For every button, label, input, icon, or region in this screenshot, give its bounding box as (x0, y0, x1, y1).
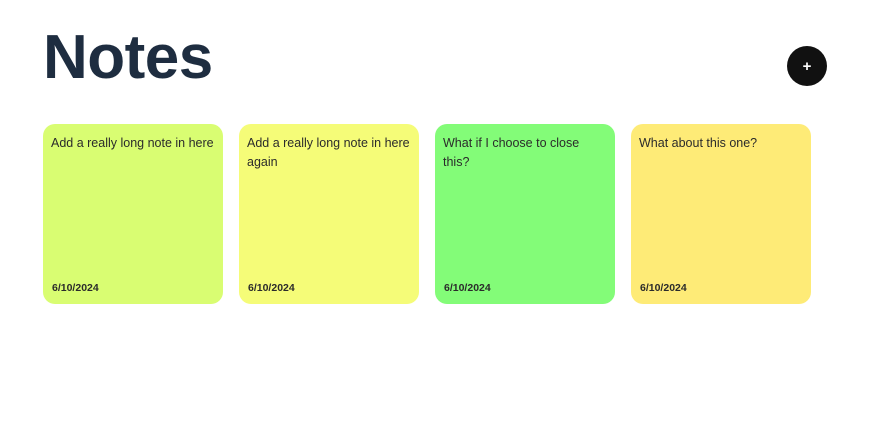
note-text[interactable]: What if I choose to close this? (443, 134, 607, 172)
note-card[interactable]: What about this one? 6/10/2024 (631, 124, 811, 304)
note-text[interactable]: Add a really long note in here again (247, 134, 411, 172)
add-note-button[interactable]: + (787, 46, 827, 86)
note-text[interactable]: Add a really long note in here (51, 134, 215, 153)
note-card[interactable]: Add a really long note in here 6/10/2024 (43, 124, 223, 304)
note-date: 6/10/2024 (444, 282, 491, 294)
note-text[interactable]: What about this one? (639, 134, 803, 153)
note-date: 6/10/2024 (248, 282, 295, 294)
note-date: 6/10/2024 (52, 282, 99, 294)
notes-page: Notes + Add a really long note in here 6… (0, 0, 869, 448)
page-title: Notes (43, 23, 213, 92)
note-card[interactable]: What if I choose to close this? 6/10/202… (435, 124, 615, 304)
note-card[interactable]: Add a really long note in here again 6/1… (239, 124, 419, 304)
plus-icon: + (802, 57, 812, 75)
notes-grid: Add a really long note in here 6/10/2024… (43, 124, 811, 304)
note-date: 6/10/2024 (640, 282, 687, 294)
